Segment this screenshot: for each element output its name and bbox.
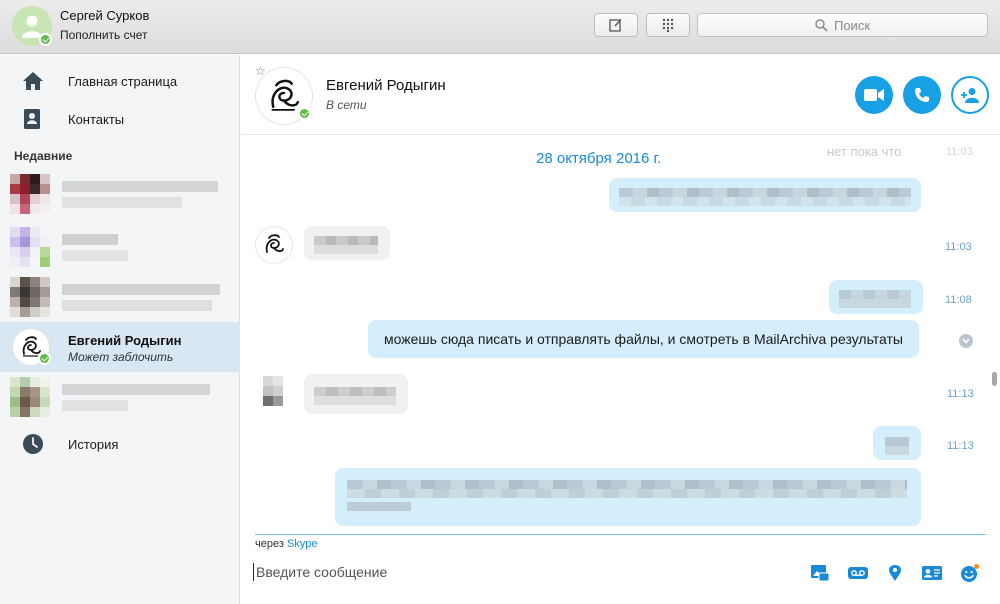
message-bubble-outgoing[interactable] — [873, 426, 921, 460]
sidebar-item-history[interactable]: История — [0, 427, 240, 461]
my-name: Сергей Сурков — [60, 8, 150, 23]
message-time: 11:08 — [945, 294, 972, 306]
sidebar-item-label: Главная страница — [68, 73, 178, 89]
sidebar-item-contacts[interactable]: Контакты — [0, 102, 240, 136]
my-avatar[interactable] — [12, 6, 52, 46]
recent-chat-item[interactable] — [0, 372, 240, 422]
contact-card-icon — [922, 566, 942, 580]
add-participant-button[interactable] — [951, 76, 989, 114]
message-options-button[interactable] — [959, 334, 973, 348]
add-user-icon — [961, 88, 979, 103]
video-message-button[interactable] — [846, 562, 870, 584]
scrollbar-thumb[interactable] — [992, 372, 997, 386]
smiley-icon — [961, 564, 979, 582]
message-time: 11:13 — [947, 388, 974, 400]
sidebar-item-home[interactable]: Главная страница — [0, 64, 240, 98]
calligraphy-logo-icon — [265, 234, 284, 253]
send-image-button[interactable] — [808, 562, 832, 584]
date-separator: 28 октября 2016 г. — [536, 150, 662, 167]
online-status-icon — [38, 352, 51, 365]
contact-avatar — [10, 174, 50, 214]
message-time: 11:13 — [947, 440, 974, 452]
search-icon — [815, 18, 828, 32]
message-bubble-outgoing[interactable] — [829, 280, 923, 314]
online-status-icon — [39, 33, 52, 46]
video-message-icon — [848, 567, 868, 579]
message-time: 11:03 — [945, 241, 972, 253]
message-bubble-incoming[interactable] — [304, 374, 408, 414]
recent-chat-item[interactable] — [0, 222, 240, 272]
message-list[interactable]: нет пока что 11:03 28 октября 2016 г. 11… — [241, 136, 1000, 534]
dialpad-button[interactable] — [646, 13, 690, 37]
recent-section-title: Недавние — [14, 149, 73, 163]
image-icon — [811, 565, 830, 582]
sidebar-item-label: Контакты — [68, 111, 125, 127]
sidebar-item-label: История — [68, 436, 119, 452]
contact-avatar — [10, 277, 50, 317]
contact-avatar — [10, 227, 50, 267]
send-location-button[interactable] — [883, 562, 907, 584]
top-up-balance-link[interactable]: Пополнить счет — [60, 28, 148, 42]
sender-avatar — [255, 372, 293, 410]
recent-chat-item[interactable] — [0, 169, 240, 219]
previous-message-time: 11:03 — [946, 146, 973, 158]
conversation-header: ☆ Евгений Родыгин В сети — [241, 55, 1000, 135]
compose-icon — [609, 18, 622, 32]
previous-message-text: нет пока что — [827, 144, 902, 159]
home-icon — [23, 72, 43, 90]
top-bar: Сергей Сурков Пополнить счет Поиск — [0, 0, 1000, 54]
message-bubble-outgoing[interactable] — [609, 178, 921, 212]
sidebar: Главная страница Контакты Недавние Евген… — [0, 55, 240, 604]
audio-call-button[interactable] — [903, 76, 941, 114]
new-chat-button[interactable] — [594, 13, 638, 37]
contact-avatar — [10, 377, 50, 417]
message-bubble-incoming[interactable] — [304, 226, 390, 260]
sender-avatar — [255, 226, 293, 264]
message-input[interactable] — [253, 563, 793, 581]
contact-name: Евгений Родыгин — [326, 77, 446, 94]
message-bubble-outgoing[interactable] — [335, 468, 921, 526]
contact-status: В сети — [326, 98, 367, 112]
contact-name: Евгений Родыгин — [68, 333, 182, 348]
dialpad-icon — [662, 18, 674, 32]
chevron-down-icon — [962, 338, 970, 344]
search-field[interactable]: Поиск — [697, 13, 988, 37]
clock-icon — [23, 434, 43, 454]
recent-chat-item[interactable] — [0, 272, 240, 322]
video-call-button[interactable] — [855, 76, 893, 114]
emoticons-button[interactable] — [958, 562, 982, 584]
recent-chat-item-active[interactable]: Евгений Родыгин Может заблочить — [0, 322, 240, 372]
via-prefix: через — [255, 538, 284, 550]
video-camera-icon — [864, 89, 884, 101]
skype-link[interactable]: Skype — [287, 538, 318, 550]
location-pin-icon — [889, 565, 901, 581]
contact-mood: Может заблочить — [68, 350, 174, 364]
online-status-icon — [298, 107, 311, 120]
phone-icon — [915, 88, 929, 102]
composer-divider — [255, 534, 986, 535]
send-contact-button[interactable] — [920, 562, 944, 584]
contacts-icon — [24, 109, 40, 129]
via-label: через Skype — [255, 538, 318, 550]
message-bubble-outgoing-text[interactable]: можешь сюда писать и отправлять файлы, и… — [368, 320, 919, 358]
search-placeholder: Поиск — [833, 17, 871, 33]
